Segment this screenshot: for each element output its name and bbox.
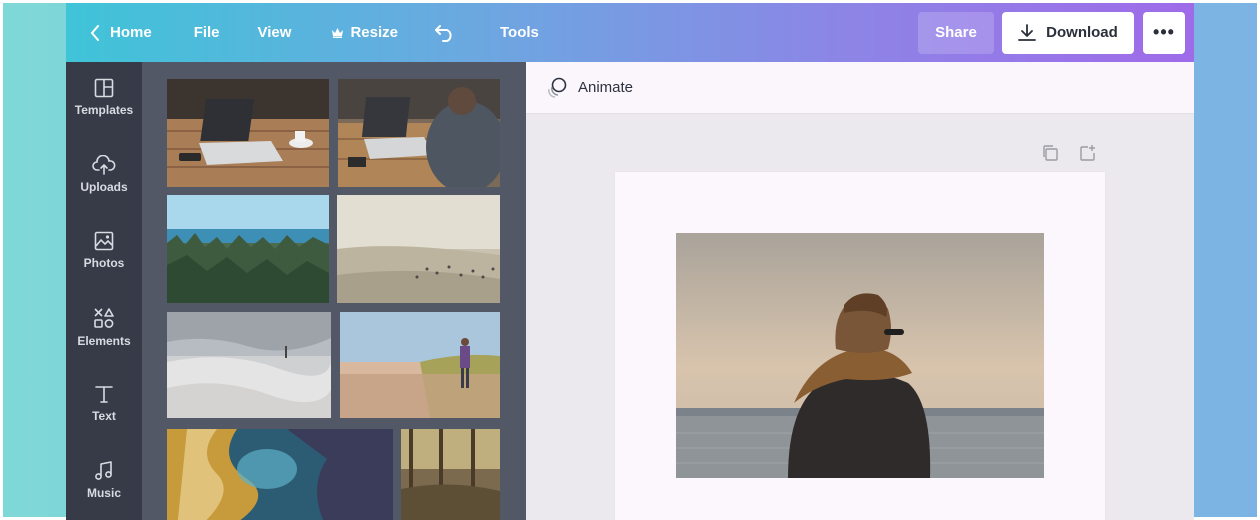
share-button[interactable]: Share [918, 11, 994, 54]
sidebar-item-label: Text [92, 408, 116, 423]
sidebar-item-elements[interactable]: Elements [66, 292, 142, 362]
animate-button[interactable]: Animate [578, 79, 633, 96]
topbar-actions: Share Download ••• [918, 3, 1194, 62]
animate-icon[interactable] [546, 77, 568, 99]
music-icon [95, 460, 112, 480]
sidebar-item-templates[interactable]: Templates [66, 62, 142, 132]
sidebar-item-photos[interactable]: Photos [66, 215, 142, 285]
resize-label: Resize [350, 24, 398, 41]
view-label: View [257, 24, 292, 41]
text-icon [95, 385, 113, 403]
photo-thumbnail-forest-lake[interactable] [167, 195, 329, 303]
canvas-photo-woman-by-sea[interactable] [676, 233, 1044, 478]
editor-app: Home File View Resize Tools Share Downlo… [66, 3, 1194, 520]
photo-thumbnail-snowy-dunes[interactable] [167, 312, 331, 418]
sidebar-item-label: Photos [83, 255, 125, 270]
file-menu[interactable]: File [194, 3, 220, 62]
photo-thumbnail-beach-walk[interactable] [340, 312, 500, 418]
add-page-icon[interactable] [1079, 144, 1097, 162]
photo-thumbnail-forest-light[interactable] [401, 429, 500, 520]
chevron-left-icon [90, 24, 99, 41]
undo-button[interactable] [434, 3, 456, 62]
photos-panel [142, 62, 526, 520]
photo-thumbnail-man-laptop[interactable] [338, 79, 500, 187]
download-label: Download [1046, 24, 1118, 41]
photo-thumbnail-foggy-beach[interactable] [337, 195, 500, 303]
sidebar-item-music[interactable]: Music [66, 445, 142, 515]
more-icon: ••• [1153, 22, 1175, 42]
sidebar-item-label: Uploads [80, 179, 128, 194]
more-options-button[interactable]: ••• [1143, 11, 1185, 54]
duplicate-page-icon[interactable] [1041, 144, 1059, 162]
tools-label: Tools [499, 24, 539, 41]
share-label: Share [935, 24, 977, 41]
sidebar-nav: Templates Uploads Photos Elements Text M… [66, 62, 142, 520]
top-bar: Home File View Resize Tools Share Downlo… [66, 3, 1194, 62]
home-label: Home [110, 24, 152, 41]
photo-thumbnail-laptop-desk[interactable] [167, 79, 329, 187]
resize-button[interactable]: Resize [331, 3, 398, 62]
undo-icon [434, 24, 452, 42]
canvas-workspace [526, 114, 1194, 520]
download-button[interactable]: Download [1002, 11, 1134, 54]
home-button[interactable]: Home [90, 3, 152, 62]
editor-toolbar: Animate [526, 62, 1194, 114]
sidebar-item-label: Templates [74, 102, 134, 117]
page-actions [1041, 144, 1097, 162]
sidebar-item-label: Elements [77, 333, 131, 348]
tools-menu[interactable]: Tools [500, 3, 539, 62]
upload-cloud-icon [92, 154, 116, 175]
file-label: File [193, 24, 220, 41]
view-menu[interactable]: View [258, 3, 292, 62]
sidebar-item-text[interactable]: Text [66, 368, 142, 438]
sidebar-item-uploads[interactable]: Uploads [66, 139, 142, 209]
design-page[interactable] [615, 172, 1105, 520]
sidebar-item-label: Music [86, 485, 121, 500]
photo-thumbnail-aerial-coast[interactable] [167, 429, 393, 520]
templates-icon [94, 78, 114, 97]
photo-icon [94, 231, 114, 250]
crown-icon [332, 28, 344, 38]
elements-icon [94, 307, 114, 328]
download-icon [1018, 23, 1037, 41]
